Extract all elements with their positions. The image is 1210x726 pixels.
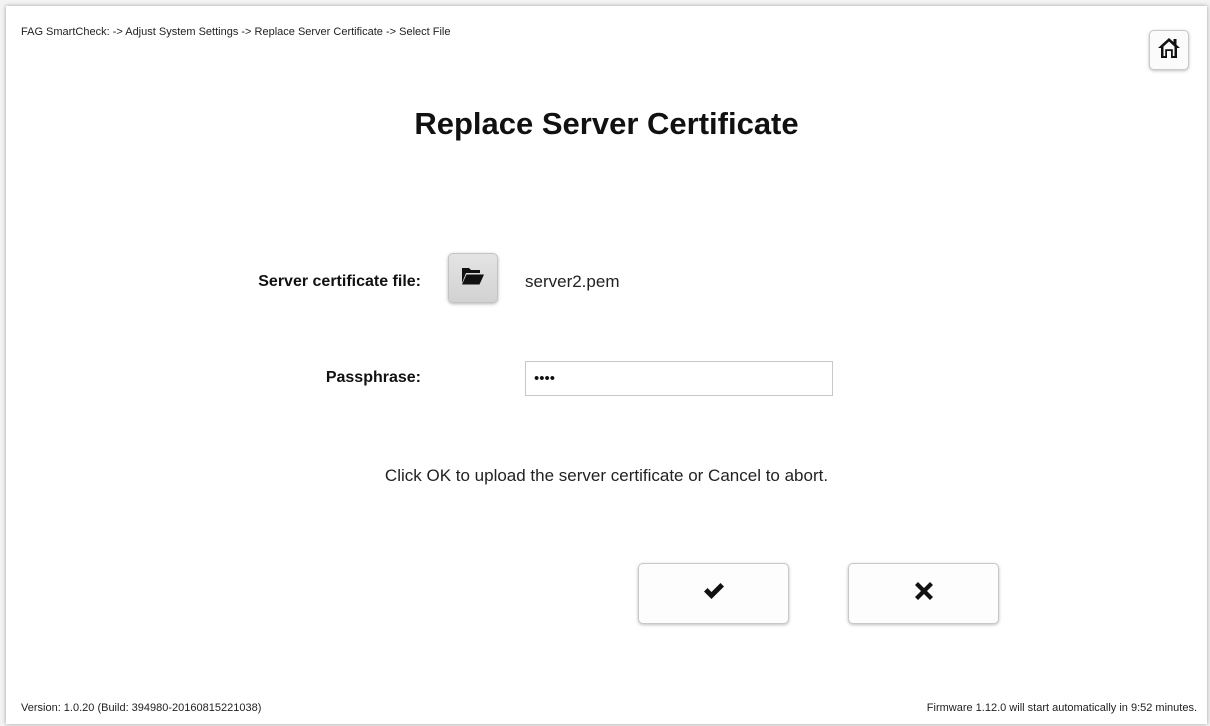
page-title: Replace Server Certificate xyxy=(414,106,799,141)
passphrase-input[interactable] xyxy=(525,361,833,396)
breadcrumb: FAG SmartCheck: -> Adjust System Setting… xyxy=(21,26,451,38)
home-icon xyxy=(1157,36,1181,65)
selected-file-name: server2.pem xyxy=(525,272,620,291)
version-info: Version: 1.0.20 (Build: 394980-201608152… xyxy=(21,702,262,714)
home-button[interactable] xyxy=(1149,30,1189,70)
instruction-text: Click OK to upload the server certificat… xyxy=(384,466,829,485)
cancel-button[interactable] xyxy=(848,563,999,624)
main-panel: FAG SmartCheck: -> Adjust System Setting… xyxy=(6,6,1207,724)
folder-open-icon xyxy=(461,266,485,291)
checkmark-icon xyxy=(703,582,725,605)
passphrase-label: Passphrase: xyxy=(325,369,421,386)
x-icon xyxy=(913,580,935,607)
server-certificate-file-label: Server certificate file: xyxy=(258,273,421,290)
select-file-button[interactable] xyxy=(448,253,498,303)
firmware-notice: Firmware 1.12.0 will start automatically… xyxy=(926,702,1197,714)
ok-button[interactable] xyxy=(638,563,789,624)
